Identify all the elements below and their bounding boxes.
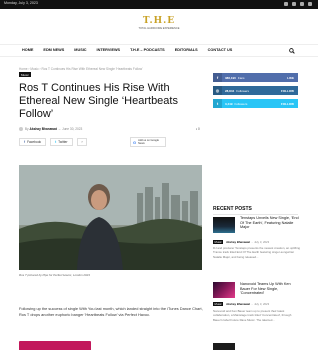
- instagram-icon[interactable]: [292, 2, 296, 6]
- top-social-icons: [284, 2, 312, 6]
- social-card-twitter[interactable]: t 3,449 Followers FOLLOW: [213, 99, 298, 108]
- comment-icon: ▪: [196, 127, 198, 131]
- recent-posts-heading: RECENT POSTS: [213, 206, 252, 212]
- nav-item-edm-news[interactable]: EDM NEWS: [43, 48, 64, 52]
- author-name[interactable]: Akshay Bhanawat: [30, 127, 57, 131]
- logo-tagline: TOTAL HARDCORE EXPERIENCE: [138, 27, 180, 30]
- twitter-share-label: Twitter: [58, 140, 68, 144]
- search-icon[interactable]: [289, 48, 295, 54]
- site-logo[interactable]: T.H.E TOTAL HARDCORE EXPERIENCE: [125, 16, 193, 38]
- recent-posts-divider: [213, 214, 298, 215]
- top-bar: Monday, July 3, 2023: [0, 0, 318, 9]
- comment-count[interactable]: ▪ 0: [196, 127, 200, 131]
- post-thumbnail[interactable]: [213, 217, 235, 233]
- nav-item-home[interactable]: HOME: [22, 48, 33, 52]
- nav-item-interviews[interactable]: INTERVIEWS: [97, 48, 121, 52]
- facebook-icon: f: [24, 140, 26, 144]
- twitter-follow-action[interactable]: FOLLOW: [281, 102, 294, 106]
- current-date: Monday, July 3, 2023: [4, 1, 38, 5]
- post-date: July 3, 2023: [254, 302, 270, 306]
- category-badge[interactable]: Music: [19, 72, 31, 77]
- post-excerpt: DJ and producer Tenstaps presents the ne…: [213, 246, 301, 259]
- facebook-share-label: Facebook: [27, 140, 42, 144]
- social-card-facebook[interactable]: f 386,190 Fans LIKE: [213, 73, 298, 82]
- twitter-count: 3,449: [225, 101, 233, 106]
- twitter-icon: t: [55, 140, 57, 144]
- nav-item-contact[interactable]: CONTACT US: [208, 48, 233, 52]
- post-category[interactable]: Music: [213, 240, 224, 244]
- by-label: By: [24, 127, 29, 131]
- google-news-icon: G: [133, 139, 137, 145]
- twitter-count-label: Followers: [234, 101, 248, 106]
- twitter-icon: t: [213, 99, 222, 108]
- facebook-share-button[interactable]: f Facebook: [19, 138, 47, 146]
- instagram-follow-action[interactable]: FOLLOW: [281, 89, 294, 93]
- more-share-button[interactable]: ›: [76, 138, 87, 146]
- main-nav: HOME EDM NEWS MUSIC INTERVIEWS T.H.E – P…: [0, 44, 318, 57]
- author-avatar[interactable]: [19, 127, 23, 132]
- share-bar: f Facebook t Twitter ›: [19, 138, 87, 146]
- chevron-right-icon: ›: [81, 140, 83, 144]
- post-meta: Music Akshay Bhanawat - July 3, 2023: [213, 240, 270, 244]
- post-title[interactable]: Nanovoid Teams Up With Ken Bauer For New…: [240, 282, 300, 296]
- image-caption: Ros T pictured by Pipe for Perfect Havoc…: [19, 273, 90, 277]
- nav-item-podcasts[interactable]: T.H.E – PODCASTS: [130, 48, 165, 52]
- facebook-icon: f: [213, 73, 222, 82]
- facebook-count-label: Fans: [237, 75, 245, 80]
- instagram-icon: ◎: [213, 86, 222, 95]
- logo-mark: T.H.E: [142, 16, 176, 26]
- article-title: Ros T Continues His Rise With Ethereal N…: [19, 82, 178, 120]
- nav-item-music[interactable]: MUSIC: [74, 48, 86, 52]
- facebook-icon[interactable]: [284, 2, 288, 6]
- article-body: Following up the success of single With …: [19, 306, 203, 317]
- youtube-icon[interactable]: [308, 2, 312, 6]
- post-date: July 3, 2023: [254, 240, 270, 244]
- embedded-player-button[interactable]: [19, 341, 91, 350]
- post-category[interactable]: Music: [213, 302, 224, 306]
- publish-date: June 30, 2023: [62, 127, 83, 131]
- instagram-count-label: Followers: [236, 88, 250, 93]
- google-news-button[interactable]: G Add us on Google News: [130, 137, 166, 147]
- instagram-count: 28,844: [225, 88, 235, 93]
- article-meta: By Akshay Bhanawat – June 30, 2023: [19, 127, 83, 132]
- facebook-count: 386,190: [225, 75, 236, 80]
- post-meta: Music Akshay Bhanawat - July 3, 2023: [213, 302, 270, 306]
- post-thumbnail[interactable]: [213, 343, 235, 350]
- breadcrumb[interactable]: Home › Music › Ros T Continues His Rise …: [19, 67, 143, 71]
- google-news-label: Add us on Google News: [138, 139, 159, 145]
- post-thumbnail[interactable]: [213, 282, 235, 298]
- comment-count-value: 0: [198, 127, 200, 131]
- facebook-like-action[interactable]: LIKE: [287, 76, 294, 80]
- post-excerpt: Nanovoid and Ken Bauer team up to presen…: [213, 309, 292, 322]
- twitter-share-button[interactable]: t Twitter: [50, 138, 73, 146]
- post-author[interactable]: Akshay Bhanawat: [226, 240, 250, 244]
- nav-item-editorials[interactable]: EDITORIALS: [175, 48, 198, 52]
- post-author[interactable]: Akshay Bhanawat: [226, 302, 250, 306]
- twitter-icon[interactable]: [300, 2, 304, 6]
- post-title[interactable]: Tenstaps Unveils New Single, 'End Of The…: [240, 216, 300, 230]
- article-hero-image: [19, 165, 202, 270]
- social-card-instagram[interactable]: ◎ 28,844 Followers FOLLOW: [213, 86, 298, 95]
